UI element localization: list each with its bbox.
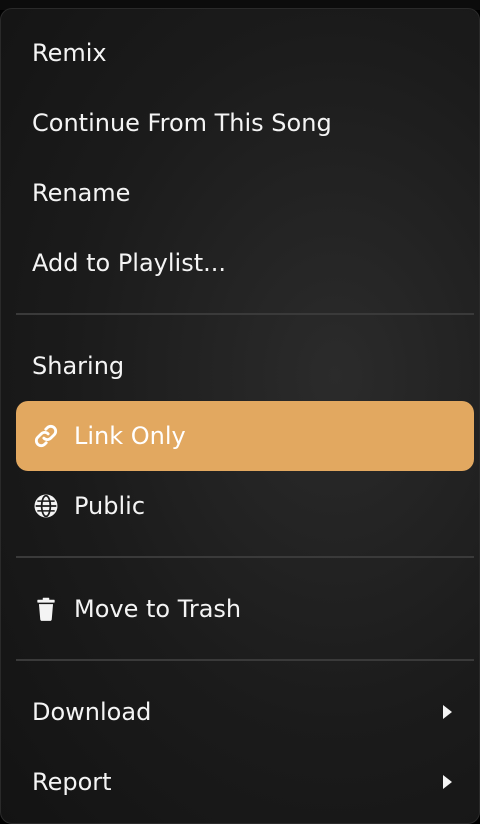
sharing-option-public[interactable]: Public bbox=[16, 471, 474, 541]
link-icon bbox=[32, 422, 60, 450]
menu-item-rename[interactable]: Rename bbox=[16, 158, 474, 228]
sharing-option-label: Public bbox=[74, 492, 146, 520]
menu-item-continue-from-this-song[interactable]: Continue From This Song bbox=[16, 88, 474, 158]
section-header-label: Sharing bbox=[32, 352, 125, 380]
menu-item-label: Add to Playlist... bbox=[32, 249, 227, 277]
menu-item-label: Download bbox=[32, 698, 152, 726]
menu-item-label: Remix bbox=[32, 39, 107, 67]
context-menu: Remix Continue From This Song Rename Add… bbox=[0, 8, 480, 824]
sharing-section-header: Sharing bbox=[16, 331, 474, 401]
menu-item-remix[interactable]: Remix bbox=[16, 18, 474, 88]
menu-item-add-to-playlist[interactable]: Add to Playlist... bbox=[16, 228, 474, 298]
menu-divider bbox=[16, 659, 474, 661]
menu-item-label: Rename bbox=[32, 179, 131, 207]
menu-item-label: Report bbox=[32, 768, 112, 796]
menu-divider bbox=[16, 313, 474, 315]
trash-icon bbox=[32, 595, 60, 623]
menu-item-download[interactable]: Download bbox=[16, 677, 474, 747]
chevron-right-icon bbox=[443, 775, 452, 789]
sharing-option-label: Link Only bbox=[74, 422, 186, 450]
menu-item-move-to-trash[interactable]: Move to Trash bbox=[16, 574, 474, 644]
menu-item-label: Move to Trash bbox=[74, 595, 242, 623]
chevron-right-icon bbox=[443, 705, 452, 719]
sharing-option-link-only[interactable]: Link Only bbox=[16, 401, 474, 471]
menu-item-report[interactable]: Report bbox=[16, 747, 474, 817]
menu-divider bbox=[16, 556, 474, 558]
globe-icon bbox=[32, 492, 60, 520]
menu-item-label: Continue From This Song bbox=[32, 109, 332, 137]
